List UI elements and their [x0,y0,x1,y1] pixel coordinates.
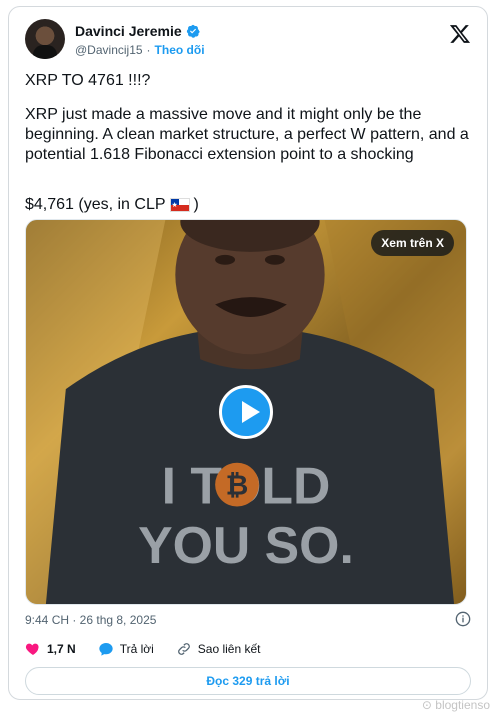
svg-text:₿: ₿ [226,470,249,501]
like-count: 1,7 N [47,642,76,656]
reply-bubble-icon [99,643,113,656]
video-player[interactable]: I TOLD YOU SO. ₿ Xem trên X [25,219,467,605]
link-icon [177,643,190,655]
timestamp[interactable]: 9:44 CH · 26 thg 8, 2025 [25,613,156,627]
tweet-price-line: $4,761 (yes, in CLP ★ ) [25,195,473,215]
verified-badge-icon [186,24,200,38]
play-button[interactable] [219,385,273,439]
tweet-headline: XRP TO 4761 !!!? [25,72,151,89]
follow-button[interactable]: Theo dõi [155,43,205,57]
reply-label: Trả lời [119,642,154,656]
reply-button[interactable]: Trả lời [98,641,154,657]
watch-on-x-button[interactable]: Xem trên X [371,230,454,256]
name-row: Davinci Jeremie [75,23,200,39]
heart-icon [25,643,39,655]
avatar[interactable] [25,19,65,59]
watermark: ⊙ blogtienso [421,698,490,712]
author-name[interactable]: Davinci Jeremie [75,23,182,39]
price-text: $4,761 (yes, in CLP [25,196,166,213]
price-close: ) [193,196,199,213]
copy-link-button[interactable]: Sao liên kết [176,641,261,657]
chile-flag-icon: ★ [169,198,190,212]
watermark-text: blogtienso [435,698,490,712]
separator: · [146,43,151,57]
copy-link-label: Sao liên kết [197,642,261,656]
x-logo-icon[interactable] [449,23,471,45]
like-button[interactable]: 1,7 N [25,641,76,657]
handle-row: @Davincij15 · Theo dõi [75,43,205,57]
tweet-body: XRP just made a massive move and it migh… [25,106,469,163]
handle[interactable]: @Davincij15 [75,43,143,57]
info-icon[interactable] [455,611,471,627]
read-replies-button[interactable]: Đọc 329 trả lời [25,667,471,695]
action-bar: 1,7 N Trả lời Sao liên kết [25,641,261,657]
shirt-text-line2: YOU SO. [138,516,354,574]
tweet-card: Davinci Jeremie @Davincij15 · Theo dõi X… [8,6,488,700]
tweet-header: Davinci Jeremie @Davincij15 · Theo dõi [25,19,471,63]
